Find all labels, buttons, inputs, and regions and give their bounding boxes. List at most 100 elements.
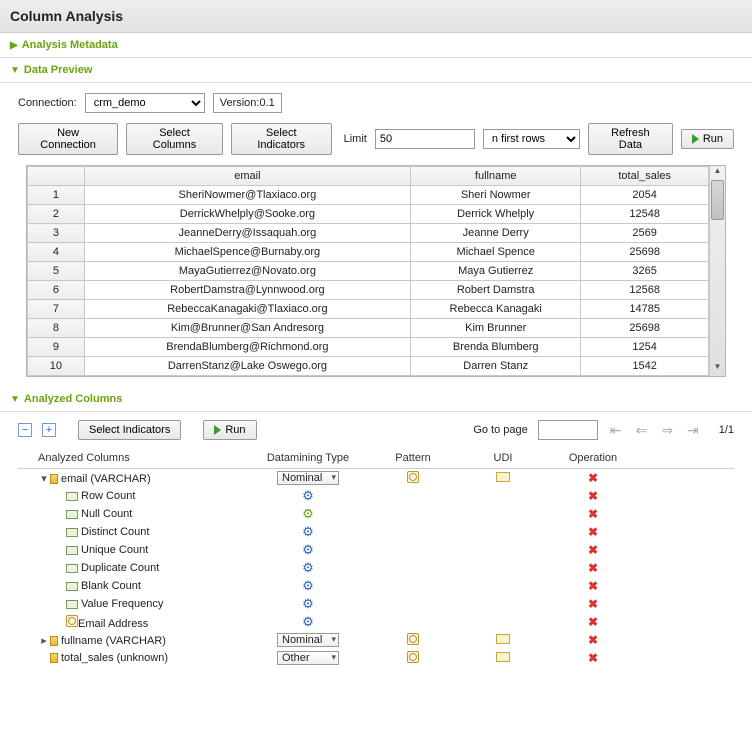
run-button-bottom[interactable]: Run [203,420,256,440]
indicator-row[interactable]: Value Frequency ⚙ ✖ [18,595,734,613]
preview-col-header[interactable]: fullname [411,167,581,186]
udi-icon[interactable] [496,634,510,644]
cell: RobertDamstra@Lynnwood.org [84,281,410,300]
table-row[interactable]: 9BrendaBlumberg@Richmond.orgBrenda Blumb… [28,338,709,357]
section-analyzed-header[interactable]: ▼ Analyzed Columns [0,387,752,412]
select-indicators-button-2[interactable]: Select Indicators [78,420,181,440]
indicator-row[interactable]: Duplicate Count⚙✖ [18,559,734,577]
table-row[interactable]: 10DarrenStanz@Lake Oswego.orgDarren Stan… [28,357,709,376]
table-row[interactable]: 7RebeccaKanagaki@Tlaxiaco.orgRebecca Kan… [28,300,709,319]
last-page-icon[interactable]: ⇥ [685,422,701,439]
gear-icon[interactable]: ⚙ [302,524,314,539]
delete-icon[interactable]: ✖ [588,579,598,593]
scroll-up-icon[interactable]: ▲ [710,166,725,180]
cell: Sheri Nowmer [411,186,581,205]
cell: SheriNowmer@Tlaxiaco.org [84,186,410,205]
preview-col-header[interactable] [28,167,85,186]
goto-page-label: Go to page [473,424,527,436]
indicator-icon [66,510,78,519]
table-row[interactable]: 4MichaelSpence@Burnaby.orgMichael Spence… [28,243,709,262]
gear-icon[interactable]: ⚙ [302,596,314,611]
cell: JeanneDerry@Issaquah.org [84,224,410,243]
analyzed-column-row[interactable]: ▸fullname (VARCHAR)Nominal✖ [18,631,734,649]
new-connection-button[interactable]: New Connection [18,123,118,155]
indicator-name: Value Frequency [81,598,163,610]
refresh-data-button[interactable]: Refresh Data [588,123,673,155]
limit-input[interactable] [375,129,475,149]
cell: 7 [28,300,85,319]
expand-toggle[interactable]: ▸ [38,634,50,647]
datamining-type-select[interactable]: Nominal [277,471,339,485]
delete-icon[interactable]: ✖ [588,471,598,485]
indicator-row[interactable]: Distinct Count⚙✖ [18,523,734,541]
collapse-all-button[interactable]: − [18,423,32,437]
table-row[interactable]: 3JeanneDerry@Issaquah.orgJeanne Derry256… [28,224,709,243]
cell: Robert Damstra [411,281,581,300]
preview-col-header[interactable]: total_sales [581,167,709,186]
pattern-icon[interactable] [407,471,419,483]
expand-all-button[interactable]: + [42,423,56,437]
delete-icon[interactable]: ✖ [588,507,598,521]
gear-icon[interactable]: ⚙ [302,578,314,593]
delete-icon[interactable]: ✖ [588,561,598,575]
select-indicators-button[interactable]: Select Indicators [231,123,332,155]
section-metadata-header[interactable]: ▶ Analysis Metadata [0,33,752,58]
delete-icon[interactable]: ✖ [588,525,598,539]
table-row[interactable]: 2DerrickWhelply@Sooke.orgDerrick Whelply… [28,205,709,224]
indicator-row[interactable]: Row Count⚙✖ [18,487,734,505]
section-preview-header[interactable]: ▼ Data Preview [0,58,752,83]
gear-icon[interactable]: ⚙ [302,560,314,575]
connection-label: Connection: [18,97,77,109]
table-row[interactable]: 5MayaGutierrez@Novato.orgMaya Gutierrez3… [28,262,709,281]
delete-icon[interactable]: ✖ [588,615,598,629]
udi-icon[interactable] [496,472,510,482]
limit-mode-select[interactable]: n first rows [483,129,580,149]
table-row[interactable]: 1SheriNowmer@Tlaxiaco.orgSheri Nowmer205… [28,186,709,205]
vertical-scrollbar[interactable]: ▲ ▼ [709,166,725,376]
gear-icon[interactable]: ⚙ [302,488,314,503]
next-page-icon[interactable]: ⇒ [659,422,675,439]
tree-header: Analyzed Columns Datamining Type Pattern… [18,448,734,469]
delete-icon[interactable]: ✖ [588,543,598,557]
indicator-row[interactable]: Blank Count⚙✖ [18,577,734,595]
cell: Derrick Whelply [411,205,581,224]
delete-icon[interactable]: ✖ [588,651,598,665]
run-button-top[interactable]: Run [681,129,734,149]
pattern-icon[interactable] [407,633,419,645]
goto-page-input[interactable] [538,420,598,440]
select-columns-button[interactable]: Select Columns [126,123,223,155]
page-indicator: 1/1 [719,424,734,436]
delete-icon[interactable]: ✖ [588,633,598,647]
datamining-type-select[interactable]: Nominal [277,633,339,647]
pattern-icon[interactable] [407,651,419,663]
connection-select[interactable]: crm_demo [85,93,205,113]
indicator-name: Unique Count [81,544,148,556]
datamining-type-select[interactable]: Other [277,651,339,665]
indicator-row[interactable]: Unique Count ⚙ ✖ [18,541,734,559]
gear-icon[interactable]: ⚙ [302,542,314,557]
column-icon [50,636,58,646]
delete-icon[interactable]: ✖ [588,597,598,611]
cell: DarrenStanz@Lake Oswego.org [84,357,410,376]
cell: MichaelSpence@Burnaby.org [84,243,410,262]
expand-toggle[interactable] [38,652,50,664]
indicator-row[interactable]: Null Count⚙✖ [18,505,734,523]
section-preview-label: Data Preview [24,64,92,76]
expand-toggle[interactable]: ▾ [38,472,50,485]
scrollbar-thumb[interactable] [711,180,724,220]
cell: 6 [28,281,85,300]
scroll-down-icon[interactable]: ▼ [710,362,725,376]
preview-col-header[interactable]: email [84,167,410,186]
prev-page-icon[interactable]: ⇐ [634,422,650,439]
delete-icon[interactable]: ✖ [588,489,598,503]
analyzed-column-row[interactable]: ▾email (VARCHAR)Nominal✖ [18,469,734,487]
table-row[interactable]: 8Kim@Brunner@San AndresorgKim Brunner256… [28,319,709,338]
analyzed-column-row[interactable]: total_sales (unknown)Other✖ [18,649,734,667]
gear-icon[interactable]: ⚙ [302,614,314,629]
table-row[interactable]: 6RobertDamstra@Lynnwood.orgRobert Damstr… [28,281,709,300]
udi-icon[interactable] [496,652,510,662]
indicator-row[interactable]: Email Address⚙✖ [18,613,734,631]
gear-icon[interactable]: ⚙ [302,506,314,521]
cell: 5 [28,262,85,281]
first-page-icon[interactable]: ⇤ [608,422,624,439]
